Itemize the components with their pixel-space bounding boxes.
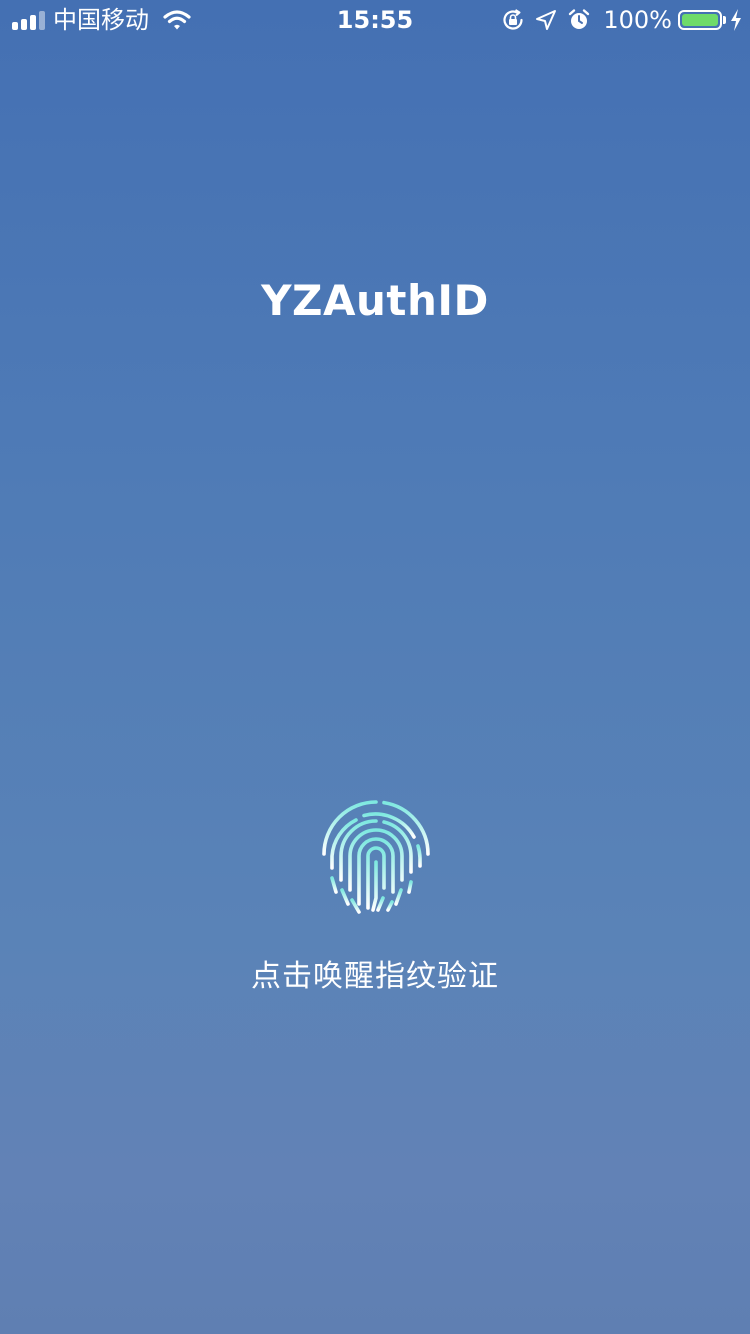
status-right: 100% (491, 6, 742, 34)
location-icon (536, 10, 557, 30)
app-title: YZAuthID (261, 276, 489, 325)
battery-cap (723, 16, 726, 24)
battery-level (682, 14, 718, 26)
charging-bolt-icon (731, 9, 741, 31)
status-bar: 中国移动 15:55 100% (0, 0, 750, 40)
alarm-icon (569, 9, 590, 29)
orientation-lock-icon (503, 9, 523, 30)
auth-screen: 中国移动 15:55 100% YZAuthID 点击唤醒指纹验证 (0, 0, 750, 1334)
fingerprint-hint[interactable]: 点击唤醒指纹验证 (0, 956, 750, 998)
battery-icon (678, 10, 722, 30)
battery-percent: 100% (603, 6, 672, 34)
fingerprint-button[interactable] (316, 798, 436, 916)
fingerprint-icon (321, 800, 430, 914)
